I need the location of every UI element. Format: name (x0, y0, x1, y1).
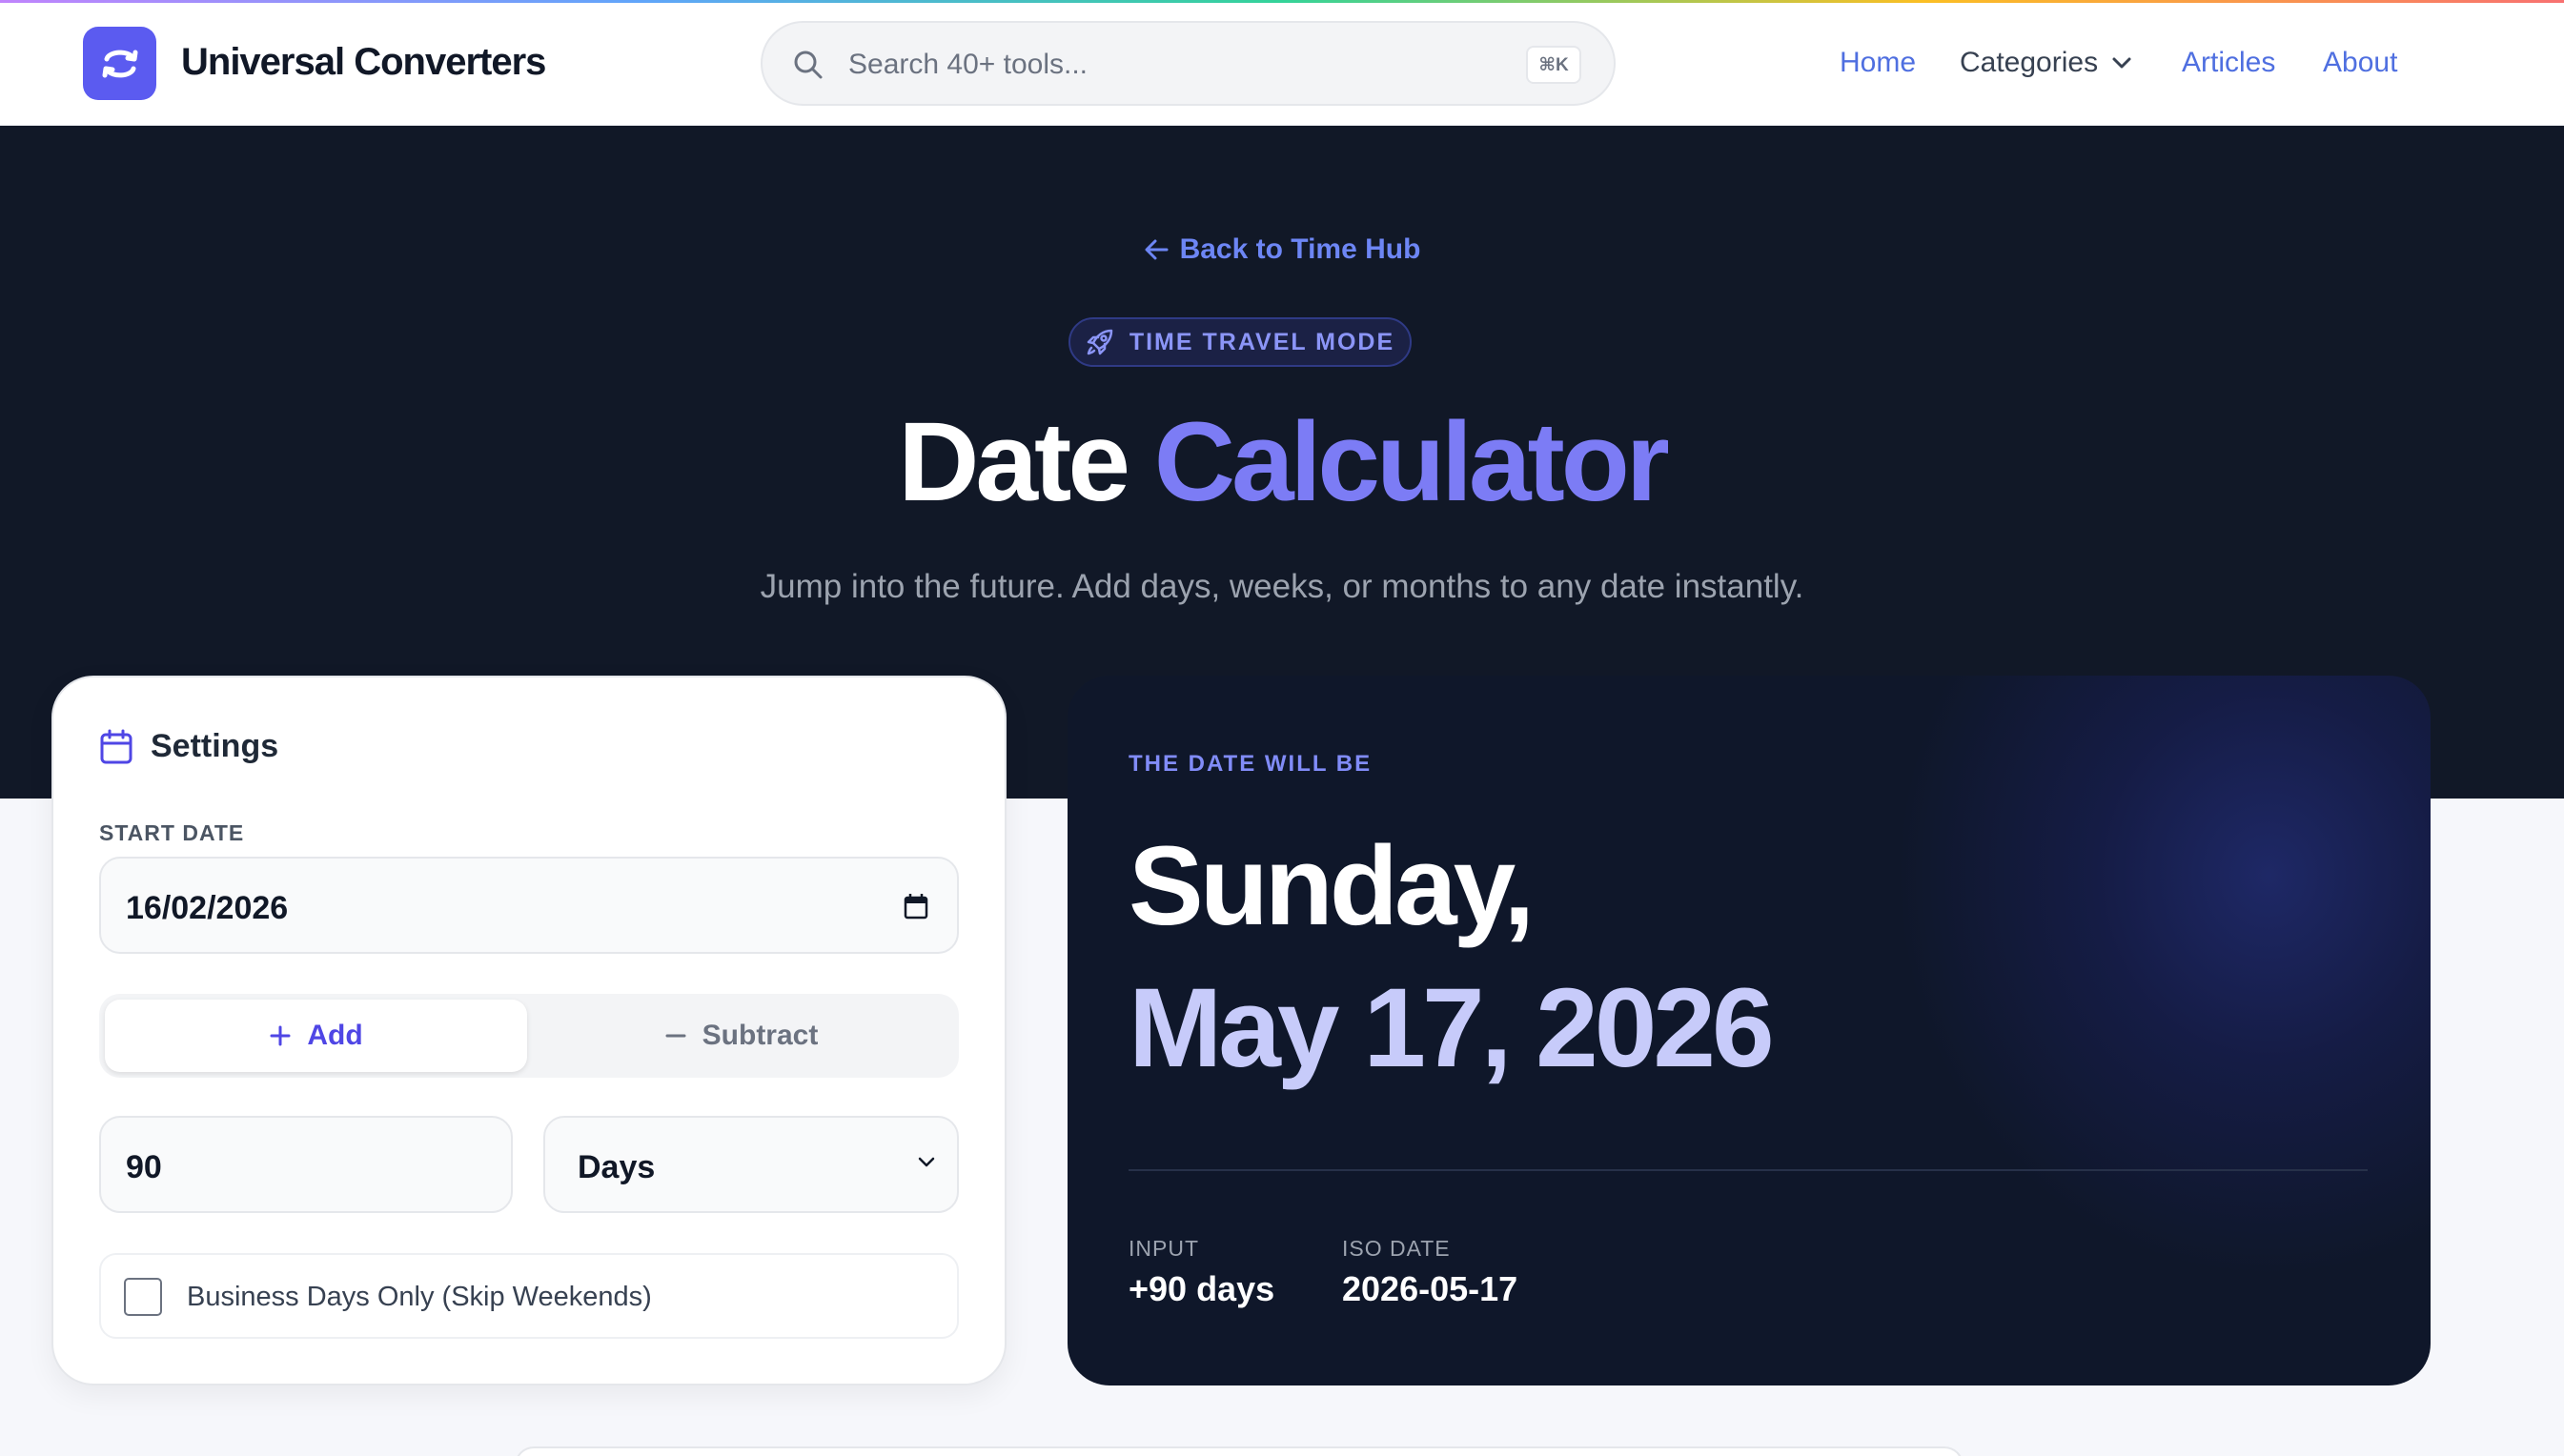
plus-icon (270, 1025, 291, 1046)
back-link-label: Back to Time Hub (1179, 233, 1421, 265)
brand-name[interactable]: Universal Converters (181, 41, 546, 84)
start-date-label: START DATE (99, 820, 245, 845)
page-subtitle: Jump into the future. Add days, weeks, o… (760, 568, 1804, 605)
unit-select[interactable]: Days (543, 1116, 959, 1213)
nav-articles[interactable]: Articles (2182, 47, 2275, 79)
chevron-down-icon (2112, 57, 2131, 69)
nav-home[interactable]: Home (1840, 47, 1916, 79)
start-date-field[interactable]: 16/02/2026 (99, 857, 959, 954)
swap-arrows-icon (102, 50, 137, 77)
operation-toggle: Add Subtract (99, 994, 959, 1078)
result-input-label: INPUT (1129, 1236, 1199, 1261)
business-days-label[interactable]: Business Days Only (Skip Weekends) (187, 1282, 652, 1313)
navbar: Universal Converters Search 40+ tools...… (0, 3, 2564, 126)
minus-icon (665, 1034, 686, 1038)
next-section-edge (515, 1446, 1964, 1456)
page-title-accent: Calculator (1153, 399, 1670, 525)
nav-categories-label: Categories (1960, 47, 2099, 78)
add-button-label: Add (307, 1020, 363, 1051)
result-input-value: +90 days (1129, 1269, 1275, 1308)
result-label: THE DATE WILL BE (1129, 751, 1373, 777)
page-title-plain: Date (898, 399, 1130, 525)
result-iso-value: 2026-05-17 (1342, 1269, 1518, 1308)
calendar-icon (100, 729, 132, 763)
mode-badge: TIME TRAVEL MODE (1068, 317, 1412, 367)
amount-input[interactable]: 90 (99, 1116, 513, 1213)
business-days-option: Business Days Only (Skip Weekends) (99, 1253, 959, 1339)
add-button[interactable]: Add (105, 1000, 527, 1072)
back-to-time-hub-link[interactable]: Back to Time Hub (1144, 233, 1421, 266)
result-weekday: Sunday, (1129, 823, 1535, 949)
mode-badge-label: TIME TRAVEL MODE (1129, 328, 1395, 355)
search-box[interactable]: Search 40+ tools... ⌘K (761, 21, 1616, 106)
arrow-left-icon (1145, 239, 1169, 260)
result-iso-label: ISO DATE (1342, 1236, 1451, 1261)
result-date: May 17, 2026 (1129, 965, 1775, 1091)
search-shortcut-badge: ⌘K (1526, 46, 1581, 84)
nav-categories[interactable]: Categories (1960, 47, 2132, 79)
settings-header: Settings (99, 728, 278, 765)
unit-value: Days (578, 1149, 656, 1185)
amount-value: 90 (126, 1149, 162, 1185)
subtract-button-label: Subtract (702, 1020, 819, 1051)
search-icon (794, 51, 823, 79)
business-days-checkbox[interactable] (124, 1278, 162, 1316)
back-link: Back to Time Hub (0, 233, 2564, 269)
page-title: Date Calculator (0, 397, 2564, 527)
date-picker-icon[interactable] (904, 893, 928, 920)
chevron-down-icon (918, 1157, 935, 1167)
search-input[interactable]: Search 40+ tools... (848, 49, 1088, 81)
settings-title: Settings (151, 728, 279, 764)
result-divider (1129, 1169, 2368, 1171)
start-date-value: 16/02/2026 (126, 890, 289, 926)
nav-about[interactable]: About (2323, 47, 2397, 79)
subtract-button[interactable]: Subtract (529, 1000, 953, 1072)
logo[interactable] (83, 27, 156, 100)
rocket-icon (1087, 329, 1113, 355)
